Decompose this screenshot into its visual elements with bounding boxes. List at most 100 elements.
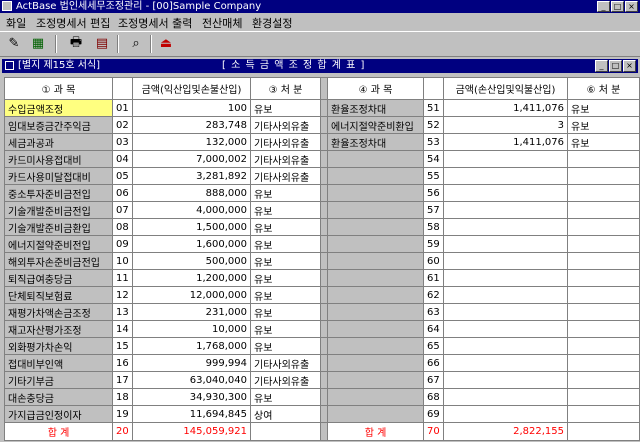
right-amount-cell[interactable] bbox=[443, 320, 568, 338]
search-icon[interactable]: ⌕ bbox=[126, 34, 146, 53]
child-maximize-button[interactable]: □ bbox=[609, 60, 622, 72]
left-item-cell[interactable]: 가지급금인정이자 bbox=[4, 405, 113, 423]
right-type-cell[interactable] bbox=[567, 252, 640, 270]
right-item-cell[interactable] bbox=[327, 150, 424, 168]
left-type-cell[interactable]: 유보 bbox=[250, 184, 321, 202]
left-item-cell[interactable]: 기타기부금 bbox=[4, 371, 113, 389]
left-item-cell[interactable]: 재고자산평가조정 bbox=[4, 320, 113, 338]
left-type-cell[interactable]: 유보 bbox=[250, 252, 321, 270]
left-amount-cell[interactable]: 1,500,000 bbox=[132, 218, 251, 236]
left-type-cell[interactable]: 유보 bbox=[250, 303, 321, 321]
right-amount-cell[interactable] bbox=[443, 235, 568, 253]
left-item-cell[interactable]: 에너지절약준비전입 bbox=[4, 235, 113, 253]
right-code-cell[interactable]: 58 bbox=[423, 218, 444, 236]
right-code-cell[interactable]: 64 bbox=[423, 320, 444, 338]
right-type-cell[interactable] bbox=[567, 303, 640, 321]
left-code-cell[interactable]: 17 bbox=[112, 371, 133, 389]
menu-print-statement[interactable]: 조정명세서 출력 bbox=[118, 15, 192, 31]
right-type-cell[interactable] bbox=[567, 235, 640, 253]
right-type-cell[interactable] bbox=[567, 167, 640, 185]
right-type-cell[interactable] bbox=[567, 320, 640, 338]
right-item-cell[interactable] bbox=[327, 371, 424, 389]
right-code-cell[interactable]: 56 bbox=[423, 184, 444, 202]
right-amount-cell[interactable] bbox=[443, 405, 568, 423]
right-code-cell[interactable]: 59 bbox=[423, 235, 444, 253]
right-item-cell[interactable] bbox=[327, 286, 424, 304]
left-code-cell[interactable]: 08 bbox=[112, 218, 133, 236]
right-item-cell[interactable] bbox=[327, 252, 424, 270]
left-item-cell[interactable]: 대손충당금 bbox=[4, 388, 113, 406]
left-type-cell[interactable]: 유보 bbox=[250, 388, 321, 406]
left-code-cell[interactable]: 11 bbox=[112, 269, 133, 287]
left-code-cell[interactable]: 05 bbox=[112, 167, 133, 185]
left-code-cell[interactable]: 12 bbox=[112, 286, 133, 304]
right-amount-cell[interactable] bbox=[443, 150, 568, 168]
right-type-cell[interactable] bbox=[567, 184, 640, 202]
left-code-cell[interactable]: 13 bbox=[112, 303, 133, 321]
right-type-cell[interactable] bbox=[567, 371, 640, 389]
right-item-cell[interactable]: 환율조정차대 bbox=[327, 133, 424, 151]
left-type-cell[interactable]: 기타사외유출 bbox=[250, 116, 321, 134]
menu-electronic-media[interactable]: 전산매체 bbox=[202, 15, 242, 31]
maximize-button[interactable]: □ bbox=[611, 1, 624, 12]
left-type-cell[interactable]: 기타사외유출 bbox=[250, 371, 321, 389]
left-type-cell[interactable]: 기타사외유출 bbox=[250, 150, 321, 168]
right-item-cell[interactable] bbox=[327, 405, 424, 423]
right-amount-cell[interactable]: 1,411,076 bbox=[443, 99, 568, 117]
left-amount-cell[interactable]: 1,600,000 bbox=[132, 235, 251, 253]
right-amount-cell[interactable] bbox=[443, 184, 568, 202]
right-code-cell[interactable]: 68 bbox=[423, 388, 444, 406]
printer-icon[interactable]: 🖶 bbox=[66, 34, 86, 53]
right-amount-cell[interactable] bbox=[443, 252, 568, 270]
right-item-cell[interactable] bbox=[327, 218, 424, 236]
right-amount-cell[interactable] bbox=[443, 303, 568, 321]
left-type-cell[interactable]: 기타사외유출 bbox=[250, 354, 321, 372]
right-item-cell[interactable] bbox=[327, 235, 424, 253]
right-code-cell[interactable]: 66 bbox=[423, 354, 444, 372]
right-amount-cell[interactable] bbox=[443, 388, 568, 406]
left-code-cell[interactable]: 18 bbox=[112, 388, 133, 406]
left-item-cell[interactable]: 기술개발준비금환입 bbox=[4, 218, 113, 236]
left-type-cell[interactable]: 유보 bbox=[250, 286, 321, 304]
left-amount-cell[interactable]: 7,000,002 bbox=[132, 150, 251, 168]
right-code-cell[interactable]: 60 bbox=[423, 252, 444, 270]
right-amount-cell[interactable] bbox=[443, 218, 568, 236]
left-item-cell[interactable]: 카드사용미달접대비 bbox=[4, 167, 113, 185]
left-amount-cell[interactable]: 231,000 bbox=[132, 303, 251, 321]
left-code-cell[interactable]: 09 bbox=[112, 235, 133, 253]
left-code-cell[interactable]: 10 bbox=[112, 252, 133, 270]
left-amount-cell[interactable]: 999,994 bbox=[132, 354, 251, 372]
app-icon[interactable] bbox=[2, 1, 12, 11]
left-item-cell[interactable]: 해외투자손준비금전입 bbox=[4, 252, 113, 270]
right-type-cell[interactable] bbox=[567, 354, 640, 372]
left-amount-cell[interactable]: 63,040,040 bbox=[132, 371, 251, 389]
menu-settings[interactable]: 환경설정 bbox=[252, 15, 292, 31]
child-close-button[interactable]: × bbox=[623, 60, 636, 72]
left-code-cell[interactable]: 03 bbox=[112, 133, 133, 151]
right-item-cell[interactable] bbox=[327, 388, 424, 406]
right-type-cell[interactable] bbox=[567, 201, 640, 219]
right-code-cell[interactable]: 63 bbox=[423, 303, 444, 321]
right-item-cell[interactable]: 에너지절약준비환입 bbox=[327, 116, 424, 134]
right-amount-cell[interactable] bbox=[443, 354, 568, 372]
left-code-cell[interactable]: 02 bbox=[112, 116, 133, 134]
left-item-cell[interactable]: 접대비부인액 bbox=[4, 354, 113, 372]
left-amount-cell[interactable]: 100 bbox=[132, 99, 251, 117]
left-code-cell[interactable]: 06 bbox=[112, 184, 133, 202]
left-amount-cell[interactable]: 1,768,000 bbox=[132, 337, 251, 355]
right-type-cell[interactable]: 유보 bbox=[567, 99, 640, 117]
edit-pencil-icon[interactable]: ✎ bbox=[4, 34, 24, 53]
left-type-cell[interactable]: 유보 bbox=[250, 320, 321, 338]
left-item-cell[interactable]: 퇴직급여충당금 bbox=[4, 269, 113, 287]
right-item-cell[interactable] bbox=[327, 201, 424, 219]
right-code-cell[interactable]: 53 bbox=[423, 133, 444, 151]
right-amount-cell[interactable] bbox=[443, 371, 568, 389]
left-amount-cell[interactable]: 500,000 bbox=[132, 252, 251, 270]
right-item-cell[interactable] bbox=[327, 354, 424, 372]
right-code-cell[interactable]: 54 bbox=[423, 150, 444, 168]
left-type-cell[interactable]: 유보 bbox=[250, 201, 321, 219]
left-amount-cell[interactable]: 283,748 bbox=[132, 116, 251, 134]
left-amount-cell[interactable]: 1,200,000 bbox=[132, 269, 251, 287]
calculator-icon[interactable]: ▦ bbox=[28, 34, 48, 53]
menu-file[interactable]: 화일 bbox=[6, 15, 26, 31]
